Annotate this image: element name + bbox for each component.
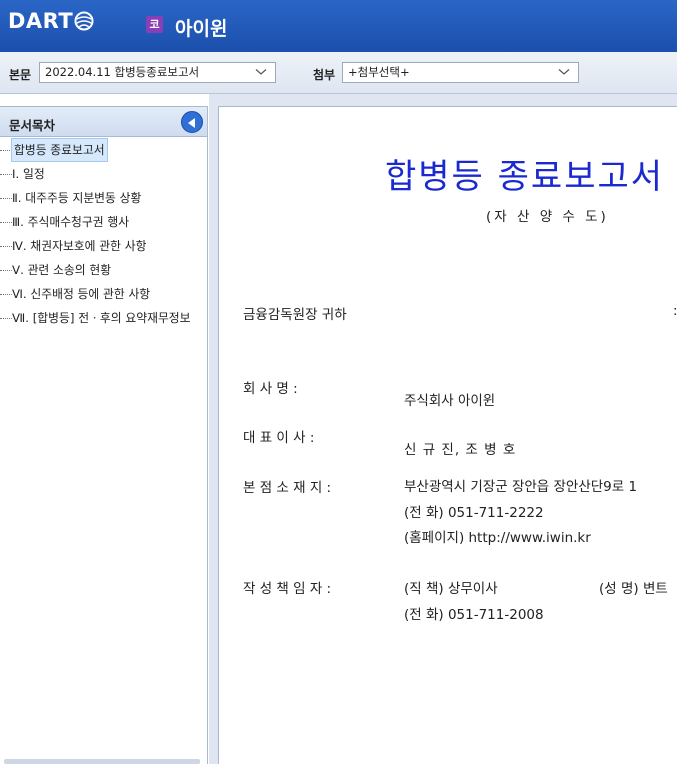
chevron-down-icon [558, 69, 570, 75]
body-select-value: 2022.04.11 합병등종료보고서 [45, 65, 200, 79]
hq-label: 본 점 소 재 지 : [243, 480, 332, 496]
toc-item-report[interactable]: 합병등 종료보고서 [0, 138, 207, 162]
toc-item-label: Ⅴ. 관련 소송의 현황 [12, 263, 112, 277]
company-name: 아이윈 [175, 18, 228, 40]
document-subtitle: (자 산 양 수 도) [486, 209, 609, 225]
toc-item-financial-summary[interactable]: Ⅶ. [합병등] 전ㆍ후의 요약재무정보 [0, 306, 207, 330]
market-badge: 코 [146, 16, 163, 33]
company-label: 회 사 명 : [243, 381, 298, 397]
horizontal-scrollbar[interactable] [4, 759, 200, 764]
collapse-sidebar-button[interactable] [181, 111, 203, 133]
toc-item-appraisal-rights[interactable]: Ⅲ. 주식매수청구권 행사 [0, 210, 207, 234]
toc-list: 합병등 종료보고서 Ⅰ. 일정 Ⅱ. 대주주등 지분변동 상황 Ⅲ. 주식매수청… [0, 138, 207, 330]
toc-item-label: Ⅵ. 신주배정 등에 관한 사항 [12, 287, 151, 301]
toc-item-new-shares[interactable]: Ⅵ. 신주배정 등에 관한 사항 [0, 282, 207, 306]
globe-icon [74, 11, 94, 31]
writer-label: 작 성 책 임 자 : [243, 581, 332, 597]
tree-connector [0, 318, 12, 319]
addressee-right: : [673, 303, 677, 319]
chevron-down-icon [255, 69, 267, 75]
toc-item-shareholder-change[interactable]: Ⅱ. 대주주등 지분변동 상황 [0, 186, 207, 210]
hq-homepage: (홈페이지) http://www.iwin.kr [404, 530, 591, 546]
tree-connector [0, 174, 12, 175]
toc-sidebar: 문서목차 합병등 종료보고서 Ⅰ. 일정 Ⅱ. 대주주등 지분변동 상황 Ⅲ. … [0, 106, 208, 764]
toc-header: 문서목차 [0, 107, 207, 137]
toolbar: 본문 2022.04.11 합병등종료보고서 첨부 +첨부선택+ [0, 52, 677, 94]
attach-label: 첨부 [313, 68, 336, 82]
app-header: DART 코 아이윈 [0, 0, 677, 52]
dart-logo[interactable]: DART [8, 7, 94, 35]
tree-connector [0, 246, 12, 247]
body-select[interactable]: 2022.04.11 합병등종료보고서 [39, 62, 276, 83]
toc-item-creditor-protection[interactable]: Ⅳ. 채권자보호에 관한 사항 [0, 234, 207, 258]
writer-phone: (전 화) 051-711-2008 [404, 607, 544, 623]
toc-item-label: Ⅲ. 주식매수청구권 행사 [12, 215, 130, 229]
toc-item-label: Ⅱ. 대주주등 지분변동 상황 [12, 191, 142, 205]
toc-item-label: Ⅳ. 채권자보호에 관한 사항 [12, 239, 147, 253]
writer-name: (성 명) 변트 [599, 581, 668, 597]
tree-connector [0, 222, 12, 223]
ceo-value: 신 규 진, 조 병 호 [404, 442, 517, 458]
toc-title: 문서목차 [9, 118, 56, 133]
attach-select-value: +첨부선택+ [348, 65, 410, 79]
tree-connector [0, 198, 12, 199]
document-viewer: 합병등 종료보고서 (자 산 양 수 도) 금융감독원장 귀하 : 회 사 명 … [218, 106, 677, 764]
tree-connector [0, 294, 12, 295]
body-label: 본문 [9, 68, 32, 82]
ceo-label: 대 표 이 사 : [243, 430, 315, 446]
document-title: 합병등 종료보고서 [385, 157, 665, 197]
toc-item-label: Ⅶ. [합병등] 전ㆍ후의 요약재무정보 [12, 311, 191, 325]
attach-select[interactable]: +첨부선택+ [342, 62, 579, 83]
writer-title: (직 책) 상무이사 [404, 581, 498, 597]
toc-item-litigation[interactable]: Ⅴ. 관련 소송의 현황 [0, 258, 207, 282]
tree-connector [0, 270, 12, 271]
toc-item-label: 합병등 종료보고서 [11, 138, 108, 162]
hq-address: 부산광역시 기장군 장안읍 장안산단9로 1 [404, 479, 638, 495]
toc-item-schedule[interactable]: Ⅰ. 일정 [0, 162, 207, 186]
addressee: 금융감독원장 귀하 [243, 307, 347, 323]
toc-item-label: Ⅰ. 일정 [12, 167, 45, 181]
company-value: 주식회사 아이윈 [404, 393, 496, 409]
logo-text: DART [8, 9, 74, 33]
hq-phone: (전 화) 051-711-2222 [404, 505, 544, 521]
